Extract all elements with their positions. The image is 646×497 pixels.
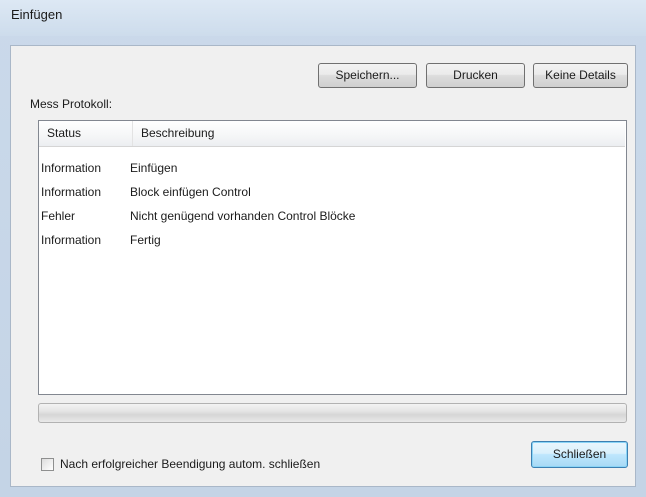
log-row-status: Information	[41, 161, 102, 175]
log-row-status: Information	[41, 185, 102, 199]
column-header-description[interactable]: Beschreibung	[133, 121, 625, 146]
title-bar[interactable]: Einfügen	[0, 0, 646, 36]
column-header-status[interactable]: Status	[39, 121, 133, 146]
log-row-description: Block einfügen Control	[130, 185, 251, 199]
save-button[interactable]: Speichern...	[318, 63, 417, 88]
log-row[interactable]: Information Einfügen	[39, 160, 625, 177]
autoclose-label[interactable]: Nach erfolgreicher Beendigung autom. sch…	[60, 457, 320, 471]
print-button[interactable]: Drucken	[426, 63, 525, 88]
no-details-button[interactable]: Keine Details	[533, 63, 628, 88]
log-row-description: Einfügen	[130, 161, 178, 175]
log-row-status: Information	[41, 233, 102, 247]
close-button[interactable]: Schließen	[531, 441, 628, 468]
log-list[interactable]: Status Beschreibung Information Einfügen…	[38, 120, 627, 395]
window-title: Einfügen	[11, 7, 63, 22]
progress-bar	[38, 403, 627, 423]
log-row-description: Fertig	[130, 233, 161, 247]
log-row[interactable]: Fehler Nicht genügend vorhanden Control …	[39, 208, 625, 225]
autoclose-checkbox[interactable]	[41, 458, 54, 471]
log-list-header: Status Beschreibung	[39, 121, 625, 147]
log-row-description: Nicht genügend vorhanden Control Blöcke	[130, 209, 356, 223]
log-row[interactable]: Information Block einfügen Control	[39, 184, 625, 201]
log-row[interactable]: Information Fertig	[39, 232, 625, 249]
dialog-window: Einfügen Speichern... Drucken Keine Deta…	[0, 0, 646, 497]
log-row-status: Fehler	[41, 209, 76, 223]
log-label: Mess Protokoll:	[30, 97, 113, 111]
